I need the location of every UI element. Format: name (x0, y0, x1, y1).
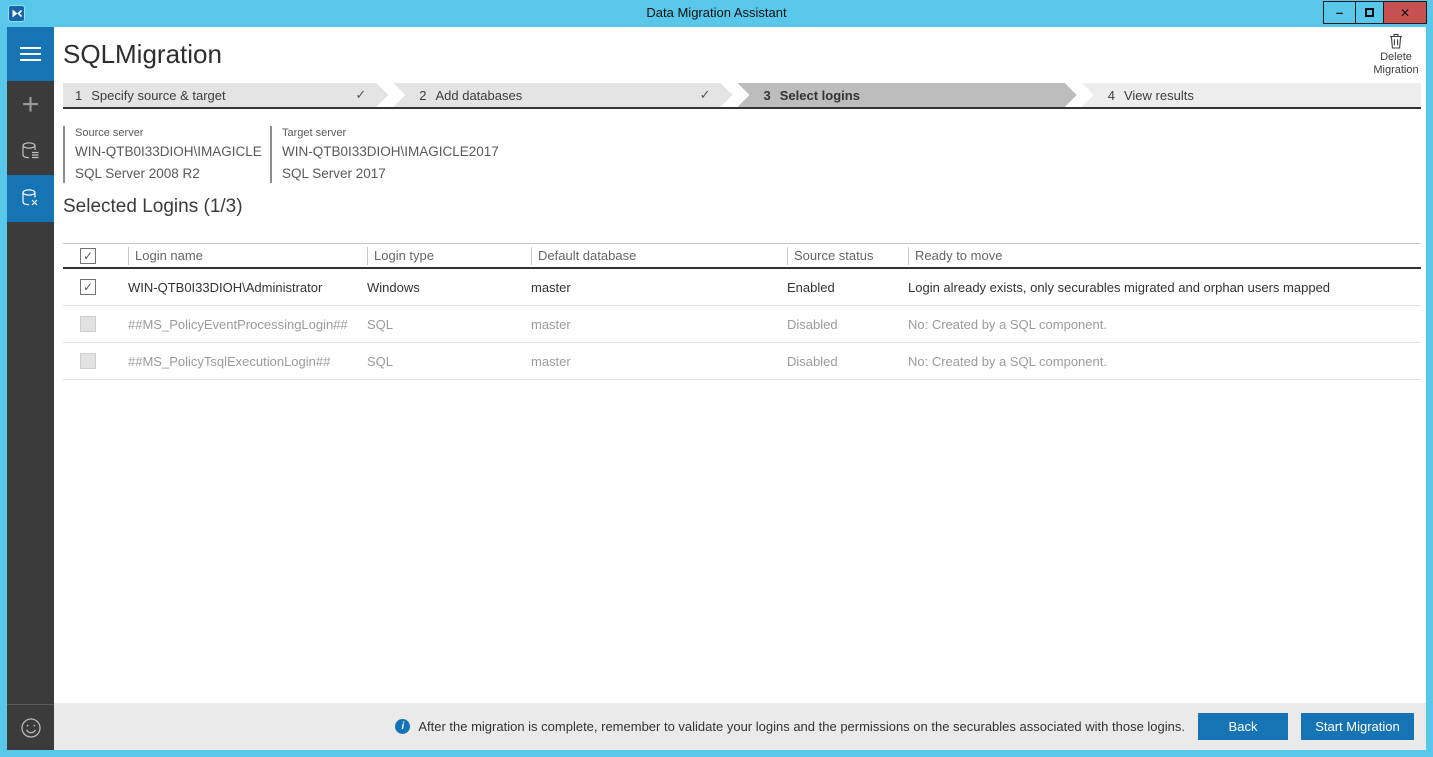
row-checkbox[interactable] (80, 353, 96, 369)
column-header-default-database: Default database (531, 247, 787, 265)
source-server-info: Source server WIN-QTB0I33DIOH\IMAGICLE S… (63, 126, 262, 183)
sidebar-item-new-project[interactable]: + (7, 81, 54, 128)
column-divider (787, 247, 788, 265)
column-header-source-status: Source status (787, 247, 908, 265)
delete-migration-button[interactable]: Delete Migration (1366, 33, 1426, 77)
feedback-button[interactable] (7, 704, 54, 750)
info-icon: i (395, 719, 410, 734)
column-divider (908, 247, 909, 265)
cell-login-name: ##MS_PolicyTsqlExecutionLogin## (128, 354, 367, 369)
hamburger-icon (20, 47, 41, 61)
main-content: SQLMigration Delete Migration 1 Specify … (54, 27, 1426, 750)
close-button[interactable]: ✕ (1383, 1, 1427, 24)
source-server-version: SQL Server 2008 R2 (75, 166, 262, 181)
target-server-caption: Target server (282, 127, 499, 139)
cell-default-database: master (531, 354, 787, 369)
cell-login-name: ##MS_PolicyEventProcessingLogin## (128, 317, 367, 332)
cell-ready-to-move: Login already exists, only securables mi… (908, 280, 1421, 295)
sidebar-item-migration[interactable] (7, 175, 54, 222)
step-specify-source-target[interactable]: 1 Specify source & target ✓ (63, 83, 388, 107)
database-migration-icon (20, 188, 41, 209)
step-label: Select logins (780, 88, 860, 103)
column-divider (531, 247, 532, 265)
step-number: 2 (419, 88, 426, 103)
step-number: 3 (764, 88, 771, 103)
cell-source-status: Disabled (787, 354, 908, 369)
step-view-results[interactable]: 4 View results (1082, 83, 1421, 107)
wizard-steps: 1 Specify source & target ✓ 2 Add databa… (63, 83, 1421, 107)
step-number: 1 (75, 88, 82, 103)
step-label: Add databases (435, 88, 522, 103)
cell-login-name: WIN-QTB0I33DIOH\Administrator (128, 280, 367, 295)
project-title: SQLMigration (63, 39, 222, 70)
menu-button[interactable] (7, 27, 54, 81)
sidebar-item-assessment[interactable] (7, 128, 54, 175)
back-button[interactable]: Back (1198, 713, 1288, 740)
sidebar: + (7, 27, 54, 750)
titlebar: Data Migration Assistant – ✕ (0, 0, 1433, 27)
table-header-row: ✓ Login name Login type Default database… (63, 243, 1421, 269)
step-number: 4 (1108, 88, 1115, 103)
table-row[interactable]: ✓ WIN-QTB0I33DIOH\Administrator Windows … (63, 269, 1421, 306)
footer-message: i After the migration is complete, remem… (395, 719, 1185, 734)
row-checkbox[interactable] (80, 316, 96, 332)
header-checkbox-cell: ✓ (63, 247, 128, 265)
delete-migration-label: Delete Migration (1370, 51, 1422, 77)
column-header-ready-to-move: Ready to move (908, 247, 1421, 265)
trash-icon (1389, 33, 1403, 49)
step-add-databases[interactable]: 2 Add databases ✓ (393, 83, 732, 107)
column-header-login-type: Login type (367, 247, 531, 265)
cell-default-database: master (531, 317, 787, 332)
select-all-checkbox[interactable]: ✓ (80, 248, 96, 264)
target-server-version: SQL Server 2017 (282, 166, 499, 181)
app-window: Data Migration Assistant – ✕ + (0, 0, 1433, 757)
logins-table: ✓ Login name Login type Default database… (63, 243, 1421, 380)
steps-underline (63, 107, 1421, 109)
row-checkbox[interactable]: ✓ (80, 279, 96, 295)
smiley-icon (19, 716, 43, 740)
column-header-login-name: Login name (128, 247, 367, 265)
step-label: Specify source & target (91, 88, 225, 103)
cell-source-status: Disabled (787, 317, 908, 332)
step-select-logins[interactable]: 3 Select logins (738, 83, 1077, 107)
maximize-icon (1365, 8, 1374, 17)
check-icon: ✓ (355, 87, 366, 103)
column-divider (367, 247, 368, 265)
table-row[interactable]: ##MS_PolicyEventProcessingLogin## SQL ma… (63, 306, 1421, 343)
start-migration-button[interactable]: Start Migration (1301, 713, 1414, 740)
target-server-name: WIN-QTB0I33DIOH\IMAGICLE2017 (282, 144, 499, 159)
row-checkbox-cell: ✓ (63, 279, 128, 295)
source-server-name: WIN-QTB0I33DIOH\IMAGICLE (75, 144, 262, 159)
cell-ready-to-move: No: Created by a SQL component. (908, 317, 1421, 332)
cell-login-type: Windows (367, 280, 531, 295)
footer-message-text: After the migration is complete, remembe… (418, 719, 1185, 734)
minimize-button[interactable]: – (1323, 1, 1355, 24)
window-title: Data Migration Assistant (0, 0, 1433, 27)
maximize-button[interactable] (1355, 1, 1383, 24)
row-checkbox-cell (63, 353, 128, 369)
plus-icon: + (22, 91, 40, 119)
column-divider (128, 247, 129, 265)
window-controls: – ✕ (1323, 1, 1427, 24)
cell-default-database: master (531, 280, 787, 295)
source-server-caption: Source server (75, 127, 262, 139)
cell-login-type: SQL (367, 317, 531, 332)
database-report-icon (20, 141, 41, 162)
row-checkbox-cell (63, 316, 128, 332)
selected-logins-heading: Selected Logins (1/3) (63, 196, 243, 218)
check-icon: ✓ (700, 87, 711, 103)
footer-bar: i After the migration is complete, remem… (54, 703, 1426, 750)
cell-login-type: SQL (367, 354, 531, 369)
cell-ready-to-move: No: Created by a SQL component. (908, 354, 1421, 369)
table-row[interactable]: ##MS_PolicyTsqlExecutionLogin## SQL mast… (63, 343, 1421, 380)
target-server-info: Target server WIN-QTB0I33DIOH\IMAGICLE20… (270, 126, 499, 183)
cell-source-status: Enabled (787, 280, 908, 295)
step-label: View results (1124, 88, 1194, 103)
